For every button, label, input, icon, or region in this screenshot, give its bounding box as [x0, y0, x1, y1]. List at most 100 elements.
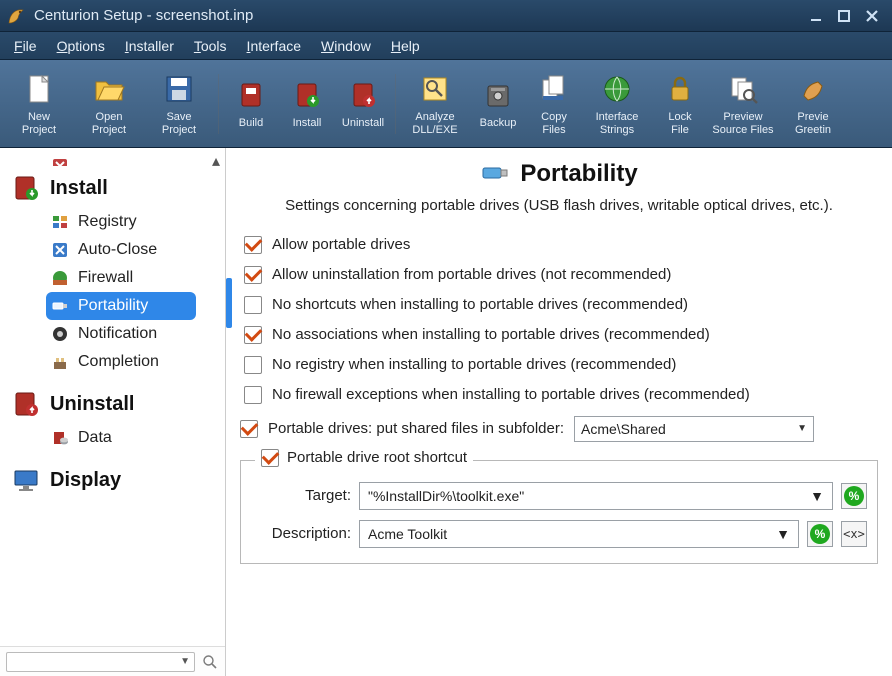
build-icon: [233, 77, 269, 113]
search-icon[interactable]: [201, 653, 219, 671]
titlebar: Centurion Setup - screenshot.inp: [0, 0, 892, 32]
target-variable-button[interactable]: %: [841, 483, 867, 509]
target-label: Target:: [251, 487, 351, 504]
menu-tools[interactable]: Tools: [184, 34, 237, 58]
sidebar-footer: ▼: [0, 646, 225, 676]
save-project-icon: [161, 71, 197, 107]
menu-help[interactable]: Help: [381, 34, 430, 58]
maximize-button[interactable]: [830, 4, 858, 28]
firewall-icon: [50, 268, 70, 288]
toolbar-analyze-dll-exe[interactable]: Analyze DLL/EXE: [400, 64, 470, 144]
toolbar-install[interactable]: Install: [279, 64, 335, 144]
tree-item-firewall[interactable]: Firewall: [46, 264, 196, 292]
checkbox-no-registry[interactable]: [244, 356, 262, 374]
toolbar-label: Preview Source Files: [712, 111, 773, 135]
checkbox-allow-uninstall-portable[interactable]: [244, 266, 262, 284]
toolbar-new-project[interactable]: New Project: [4, 64, 74, 144]
window-title: Centurion Setup - screenshot.inp: [34, 7, 802, 24]
description-variable-button[interactable]: %: [807, 521, 833, 547]
toolbar-lock-file[interactable]: Lock File: [652, 64, 708, 144]
toolbar-separator: [395, 74, 396, 134]
shared-subfolder-checkbox[interactable]: [240, 420, 258, 438]
checkbox-no-shortcuts[interactable]: [244, 296, 262, 314]
toolbar-open-project[interactable]: Open Project: [74, 64, 144, 144]
close-icon: [50, 156, 70, 166]
tree-group-label: Display: [50, 469, 121, 492]
menu-window[interactable]: Window: [311, 34, 381, 58]
toolbar-build[interactable]: Build: [223, 64, 279, 144]
registry-icon: [50, 212, 70, 232]
menu-file[interactable]: File: [4, 34, 47, 58]
toolbar-label: Uninstall: [342, 117, 384, 129]
option-allow-portable: Allow portable drives: [244, 230, 878, 260]
chevron-down-icon: ▼: [776, 526, 790, 542]
content-scrollbar[interactable]: [226, 278, 232, 478]
notification-icon: [50, 324, 70, 344]
preview-greeting-icon: [795, 71, 831, 107]
chevron-down-icon: ▼: [180, 656, 190, 667]
option-label: No firewall exceptions when installing t…: [272, 386, 750, 403]
target-row: Target: "%InstallDir%\toolkit.exe" ▼ %: [251, 477, 867, 515]
toolbar-interface-strings[interactable]: Interface Strings: [582, 64, 652, 144]
close-button[interactable]: [858, 4, 886, 28]
portability-icon: [50, 296, 70, 316]
new-project-icon: [21, 71, 57, 107]
shared-subfolder-label: Portable drives: put shared files in sub…: [268, 420, 564, 437]
open-project-icon: [91, 71, 127, 107]
root-shortcut-group: Portable drive root shortcut Target: "%I…: [240, 460, 878, 564]
tree-group-label: Install: [50, 177, 108, 200]
toolbar: New ProjectOpen Project Save Project Build…: [0, 60, 892, 148]
tree-item-notification[interactable]: Notification: [46, 320, 196, 348]
root-shortcut-checkbox[interactable]: [261, 449, 279, 467]
tree-item-label: Firewall: [78, 269, 133, 287]
menu-options[interactable]: Options: [47, 34, 115, 58]
option-label: No associations when installing to porta…: [272, 326, 710, 343]
toolbar-save-project[interactable]: Save Project: [144, 64, 214, 144]
checkbox-no-associations[interactable]: [244, 326, 262, 344]
tree-group-label: Uninstall: [50, 393, 134, 416]
shared-subfolder-row: Portable drives: put shared files in sub…: [240, 410, 878, 448]
toolbar-copy-files[interactable]: Copy Files: [526, 64, 582, 144]
sidebar-scrollbar[interactable]: ▴: [209, 154, 223, 642]
sidebar-filter-combo[interactable]: ▼: [6, 652, 195, 672]
code-icon: <x>: [843, 527, 865, 541]
analyze-dll-exe-icon: [417, 71, 453, 107]
lock-file-icon: [662, 71, 698, 107]
tree-item-label: Data: [78, 429, 112, 447]
display-icon: [10, 464, 42, 496]
tree-item-completion[interactable]: Completion: [46, 348, 196, 376]
checkbox-no-firewall[interactable]: [244, 386, 262, 404]
toolbar-preview-greeting[interactable]: Previe Greetin: [778, 64, 848, 144]
minimize-button[interactable]: [802, 4, 830, 28]
toolbar-label: Save Project: [162, 111, 196, 135]
tree-item-data[interactable]: Data: [46, 424, 196, 452]
tree-item-label: Registry: [78, 213, 137, 231]
target-value: "%InstallDir%\toolkit.exe": [368, 488, 524, 504]
tree-group-install[interactable]: Install: [6, 166, 225, 206]
toolbar-backup[interactable]: Backup: [470, 64, 526, 144]
tree-group-uninstall[interactable]: Uninstall: [6, 382, 225, 422]
option-no-associations: No associations when installing to porta…: [244, 320, 878, 350]
toolbar-uninstall[interactable]: Uninstall: [335, 64, 391, 144]
toolbar-preview-source[interactable]: Preview Source Files: [708, 64, 778, 144]
option-label: No registry when installing to portable …: [272, 356, 676, 373]
tree-item-auto-close[interactable]: Auto-Close: [46, 236, 196, 264]
menu-interface[interactable]: Interface: [237, 34, 311, 58]
menu-installer[interactable]: Installer: [115, 34, 184, 58]
nav-tree: Install Registry Auto-Close Firewall Portabi…: [0, 148, 225, 646]
toolbar-label: Lock File: [668, 111, 691, 135]
description-combo[interactable]: Acme Toolkit ▼: [359, 520, 799, 548]
data-icon: [50, 428, 70, 448]
tree-item-registry[interactable]: Registry: [46, 208, 196, 236]
shared-subfolder-combo[interactable]: Acme\Shared ▼: [574, 416, 814, 442]
checkbox-allow-portable[interactable]: [244, 236, 262, 254]
target-combo[interactable]: "%InstallDir%\toolkit.exe" ▼: [359, 482, 833, 510]
option-label: Allow portable drives: [272, 236, 410, 253]
tree-group-display[interactable]: Display: [6, 458, 225, 498]
scroll-up-icon[interactable]: ▴: [209, 154, 223, 168]
tree-item-clipped[interactable]: [46, 152, 196, 166]
interface-strings-icon: [599, 71, 635, 107]
tree-item-portability[interactable]: Portability: [46, 292, 196, 320]
description-code-button[interactable]: <x>: [841, 521, 867, 547]
percent-icon: %: [849, 489, 860, 503]
